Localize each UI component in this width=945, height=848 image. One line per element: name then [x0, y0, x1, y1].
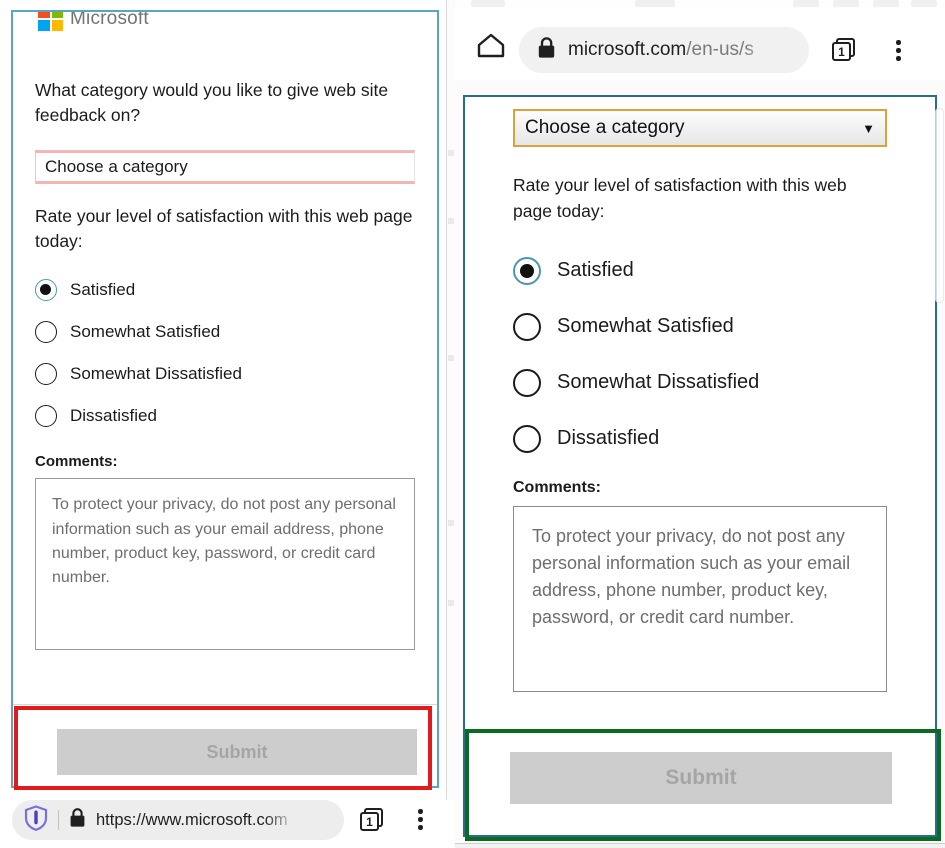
radio-indicator-icon — [513, 368, 541, 397]
feedback-form-card-mobile: Microsoft What category would you like t… — [11, 10, 439, 788]
rating-radio-group-desktop: Satisfied Somewhat Satisfied Somewhat Di… — [513, 243, 887, 467]
lock-icon[interactable] — [537, 36, 556, 64]
sliver-artifact — [448, 150, 454, 156]
radio-option-satisfied[interactable]: Satisfied — [35, 269, 415, 311]
chevron-down-icon: ▼ — [862, 120, 875, 136]
microsoft-logo-icon — [38, 12, 63, 31]
radio-label: Satisfied — [557, 259, 634, 282]
kebab-menu-icon[interactable] — [896, 40, 901, 61]
background-pane-sliver — [446, 0, 455, 800]
rating-question-label: Rate your level of satisfaction with thi… — [35, 205, 413, 251]
mobile-url-text: https://www.microsoft.com — [96, 810, 288, 829]
category-select-mobile[interactable]: Choose a category — [35, 149, 415, 184]
sliver-artifact — [448, 355, 454, 361]
sliver-artifact — [448, 218, 454, 224]
kebab-dot — [896, 56, 901, 61]
category-select-value: Choose a category — [525, 117, 685, 138]
sliver-artifact — [448, 600, 454, 606]
logo-square-green — [51, 12, 63, 18]
sliver-artifact — [448, 520, 454, 526]
url-host: microsoft.com — [568, 39, 687, 60]
radio-label: Somewhat Satisfied — [557, 315, 734, 338]
microsoft-logo: Microsoft — [38, 10, 149, 31]
kebab-dot — [418, 817, 423, 822]
mobile-browser-toolbar: https://www.microsoft.com 1 — [0, 792, 455, 848]
home-icon[interactable] — [476, 32, 506, 63]
kebab-dot — [896, 40, 901, 45]
radio-label: Somewhat Dissatisfied — [70, 364, 242, 384]
submit-button-mobile[interactable]: Submit — [57, 729, 417, 775]
comments-label: Comments: — [35, 453, 118, 471]
ghost-chip — [793, 0, 819, 7]
ghost-chip — [635, 0, 675, 7]
toolbar-divider — [58, 810, 59, 830]
radio-indicator-icon — [35, 405, 57, 428]
kebab-dot — [896, 48, 901, 53]
desktop-window-bottom-edge — [455, 843, 945, 848]
feedback-form-body-mobile: What category would you like to give web… — [13, 64, 437, 704]
radio-option-somewhat-satisfied[interactable]: Somewhat Satisfied — [35, 311, 415, 353]
category-select-desktop[interactable]: Choose a category ▼ — [513, 109, 887, 147]
radio-option-somewhat-dissatisfied[interactable]: Somewhat Dissatisfied — [35, 353, 415, 395]
microsoft-wordmark: Microsoft — [70, 10, 149, 29]
rating-question-label: Rate your level of satisfaction with thi… — [513, 175, 847, 221]
desktop-viewport-pane: microsoft.com/en-us/s 1 Choose a categor… — [455, 0, 945, 848]
rating-radio-group-mobile: Satisfied Somewhat Satisfied Somewhat Di… — [35, 269, 415, 437]
comments-label: Comments: — [513, 478, 602, 496]
feedback-form-body-desktop: Choose a category ▼ Rate your level of s… — [465, 97, 935, 835]
category-select-value: Choose a category — [45, 156, 188, 176]
radio-label: Dissatisfied — [557, 427, 660, 450]
radio-label: Somewhat Dissatisfied — [557, 371, 760, 394]
radio-indicator-icon — [35, 279, 57, 302]
ghost-chip — [471, 0, 505, 7]
logo-square-yellow — [51, 19, 63, 31]
url-path: /en-us/s — [686, 39, 754, 60]
desktop-url-text: microsoft.com/en-us/s — [568, 39, 770, 61]
kebab-dot — [418, 825, 423, 830]
submit-footer-desktop: Submit — [465, 729, 935, 835]
logo-square-red — [38, 12, 50, 18]
radio-label: Dissatisfied — [70, 406, 157, 426]
radio-indicator-icon — [513, 256, 541, 285]
submit-button-desktop[interactable]: Submit — [510, 752, 892, 804]
tab-switcher-icon[interactable]: 1 — [832, 38, 857, 63]
radio-option-dissatisfied[interactable]: Dissatisfied — [513, 411, 887, 467]
comments-textarea-desktop[interactable]: To protect your privacy, do not post any… — [513, 505, 887, 692]
tab-switcher-icon[interactable]: 1 — [360, 808, 385, 833]
desktop-address-bar[interactable]: microsoft.com/en-us/s — [519, 27, 809, 73]
tab-count-badge: 1 — [832, 42, 851, 61]
radio-indicator-icon — [513, 424, 541, 453]
ghost-chip — [833, 0, 859, 7]
submit-footer-mobile: Submit — [13, 704, 437, 786]
lock-icon[interactable] — [69, 807, 86, 833]
radio-option-dissatisfied[interactable]: Dissatisfied — [35, 395, 415, 437]
logo-square-blue — [38, 19, 50, 31]
privacy-shield-icon[interactable] — [24, 804, 48, 836]
desktop-browser-toolbar: microsoft.com/en-us/s 1 — [455, 8, 945, 80]
radio-indicator-icon — [35, 363, 57, 386]
mobile-address-bar[interactable]: https://www.microsoft.com — [12, 800, 344, 840]
ghost-chip — [911, 0, 937, 7]
kebab-dot — [418, 809, 423, 814]
radio-option-somewhat-satisfied[interactable]: Somewhat Satisfied — [513, 299, 887, 355]
radio-indicator-icon — [35, 321, 57, 344]
kebab-menu-icon[interactable] — [418, 809, 423, 830]
radio-option-somewhat-dissatisfied[interactable]: Somewhat Dissatisfied — [513, 355, 887, 411]
category-question-label: What category would you like to give web… — [35, 80, 389, 125]
mobile-viewport-pane: Microsoft What category would you like t… — [0, 0, 455, 848]
comments-textarea-mobile[interactable]: To protect your privacy, do not post any… — [35, 478, 415, 651]
radio-option-satisfied[interactable]: Satisfied — [513, 243, 887, 299]
ghost-chip — [873, 0, 899, 7]
tab-count-badge: 1 — [360, 812, 379, 831]
feedback-form-card-desktop: Choose a category ▼ Rate your level of s… — [463, 95, 937, 837]
partial-offscreen-panel — [935, 108, 944, 303]
radio-label: Satisfied — [70, 280, 136, 300]
radio-label: Somewhat Satisfied — [70, 322, 221, 342]
radio-indicator-icon — [513, 312, 541, 341]
screenshot-root: Microsoft What category would you like t… — [0, 0, 945, 848]
